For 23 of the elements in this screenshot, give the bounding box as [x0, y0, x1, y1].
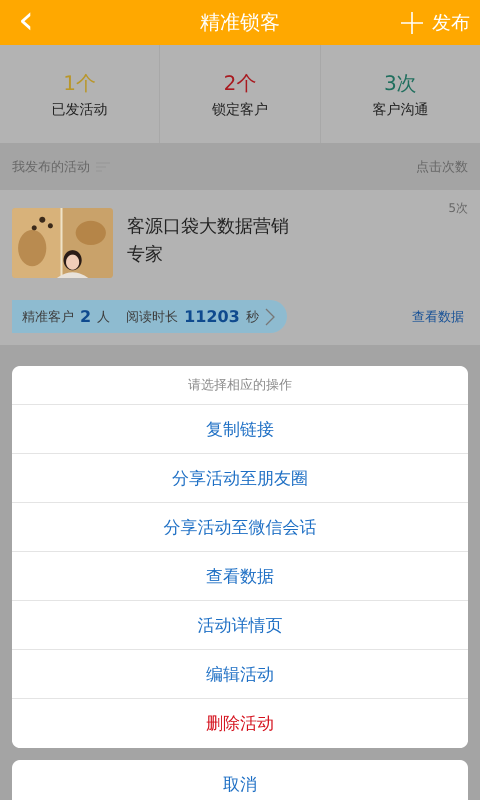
stat-value: 1个 — [63, 70, 96, 96]
page-title: 精准锁客 — [200, 9, 280, 36]
section-title: 我发布的活动 — [12, 158, 90, 176]
stats-pill[interactable]: 精准客户 2 人 阅读时长 11203 秒 — [12, 300, 287, 333]
view-data-link[interactable]: 查看数据 — [412, 308, 468, 326]
stat-label: 已发活动 — [52, 100, 108, 118]
activity-title: 客源口袋大数据营销专家 — [127, 215, 290, 267]
unit-label: 人 — [97, 308, 110, 326]
unit-label: 秒 — [246, 308, 259, 326]
stat-label: 客户沟通 — [372, 100, 428, 118]
stat-value: 2个 — [224, 70, 256, 96]
chevron-right-icon — [264, 308, 275, 326]
cancel-button[interactable]: 取消 — [12, 760, 468, 800]
stat-label: 精准客户 — [22, 308, 74, 326]
stat-value: 3次 — [384, 70, 417, 96]
column-header: 点击次数 — [416, 158, 468, 176]
click-count: 5次 — [448, 200, 468, 217]
stat-value: 2 — [80, 307, 92, 326]
stat-label: 锁定客户 — [212, 100, 268, 118]
stat-label: 阅读时长 — [126, 308, 178, 326]
activity-card[interactable]: 客源口袋大数据营销专家 5次 精准客户 2 人 阅读时长 11203 秒 查看数据 — [0, 190, 480, 345]
plus-icon — [400, 10, 424, 34]
stat-value: 11203 — [184, 307, 240, 326]
